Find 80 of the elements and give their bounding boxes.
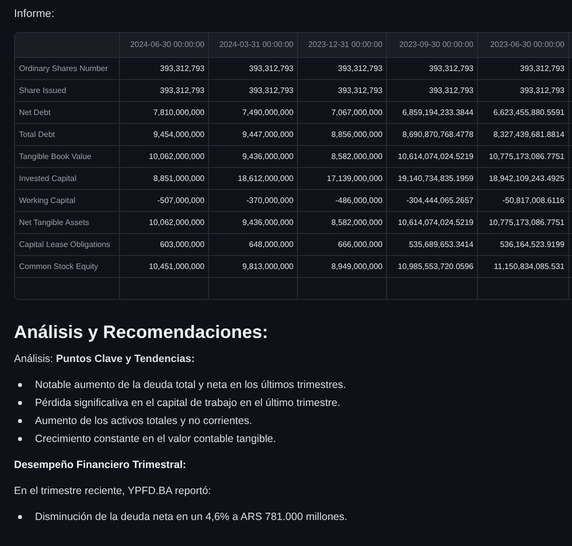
- table-cell: 10,985,553,720.0596: [386, 255, 477, 277]
- table-cell: 9,436,000,000: [208, 145, 297, 167]
- section-heading: Análisis y Recomendaciones:: [14, 322, 270, 343]
- list-item: Pérdida significativa en el capital de trabajo en el último trimestre.: [35, 397, 340, 409]
- list-item: Notable aumento de la deuda total y neta en los últimos trimestres.: [35, 379, 346, 391]
- table-cell: 666,000,000: [297, 233, 386, 255]
- table-cell: -370,000,000: [208, 189, 297, 211]
- table-cell: 7,490,000,000: [208, 101, 297, 123]
- table-cell: 9,436,000,000: [208, 211, 297, 233]
- column-header[interactable]: 2023-12-31 00:00:00: [297, 33, 386, 57]
- subheading: Desempeño Financiero Trimestral:: [14, 459, 188, 471]
- table-cell: 8,327,439,681.8814: [477, 123, 568, 145]
- table-cell: 393,312,793: [208, 79, 297, 101]
- table-cell: 648,000,000: [208, 233, 297, 255]
- table-cell: 11,150,834,085.531: [477, 255, 568, 277]
- table-cell: 10,775,173,086.7751: [477, 145, 568, 167]
- table-cell: 6,623,455,880.5591: [477, 101, 568, 123]
- bullet-icon: [18, 383, 22, 387]
- table-cell: 393,312,793: [386, 57, 477, 79]
- list-item: Crecimiento constante en el valor contable tangible.: [35, 433, 276, 445]
- table-cell: 8,851,000,000: [119, 167, 208, 189]
- row-header: Working Capital: [15, 189, 119, 211]
- bullet-icon: [18, 437, 22, 441]
- table-cell: 18,612,000,000: [208, 167, 297, 189]
- column-header[interactable]: 2024-06-30 00:00:00: [119, 33, 208, 57]
- table-cell: 8,949,000,000: [297, 255, 386, 277]
- table-cell: 9,447,000,000: [208, 123, 297, 145]
- row-header: Net Debt: [15, 101, 119, 123]
- bullet-icon: [18, 419, 22, 423]
- table-cell: 603,000,000: [119, 233, 208, 255]
- table-cell: 10,062,000,000: [119, 211, 208, 233]
- table-cell: 393,312,793: [386, 79, 477, 101]
- table-cell: 7,810,000,000: [119, 101, 208, 123]
- table-cell: 10,614,074,024.5219: [386, 211, 477, 233]
- table-cell: -486,000,000: [297, 189, 386, 211]
- table-cell: 7,067,000,000: [297, 101, 386, 123]
- list-item: Disminución de la deuda neta en un 4,6% a ARS 781.000 millones.: [35, 511, 348, 523]
- table-cell: -507,000,000: [119, 189, 208, 211]
- list-item: Aumento de los activos totales y no corrientes.: [35, 415, 252, 427]
- table-cell: 10,062,000,000: [119, 145, 208, 167]
- table-cell: 535,689,653.3414: [386, 233, 477, 255]
- table-cell: 9,813,000,000: [208, 255, 297, 277]
- table-cell: 9,454,000,000: [119, 123, 208, 145]
- table-cell: 10,775,173,086.7751: [477, 211, 568, 233]
- table-cell: 393,312,793: [297, 57, 386, 79]
- table-cell: 393,312,793: [119, 79, 208, 101]
- table-cell: 6,859,194,233.3844: [386, 101, 477, 123]
- table-cell: 8,582,000,000: [297, 145, 386, 167]
- report-label: Informe:: [14, 8, 56, 22]
- table-cell: 8,856,000,000: [297, 123, 386, 145]
- row-header: Share Issued: [15, 79, 119, 101]
- row-header: Total Debt: [15, 123, 119, 145]
- table-cell: 18,942,109,243.4925: [477, 167, 568, 189]
- table-cell: 393,312,793: [208, 57, 297, 79]
- column-header[interactable]: 2024-03-31 00:00:00: [208, 33, 297, 57]
- table-cell: 393,312,793: [297, 79, 386, 101]
- table-cell: 393,312,793: [477, 57, 568, 79]
- column-header[interactable]: 2023-06-30 00:00:00: [477, 33, 568, 57]
- row-header: Tangible Book Value: [15, 145, 119, 167]
- bullet-icon: [18, 515, 22, 519]
- table-cell: 536,164,523.9199: [477, 233, 568, 255]
- table-cell: -50,817,008.6116: [477, 189, 568, 211]
- bullet-icon: [18, 401, 22, 405]
- column-header[interactable]: 2023-09-30 00:00:00: [386, 33, 477, 57]
- table-cell: 10,451,000,000: [119, 255, 208, 277]
- table-cell: 19,140,734,835.1959: [386, 167, 477, 189]
- row-header: Common Stock Equity: [15, 255, 119, 277]
- row-header: Capital Lease Obligations: [15, 233, 119, 255]
- table-cell: 10,614,074,024.5219: [386, 145, 477, 167]
- table-cell: -304,444,065.2657: [386, 189, 477, 211]
- table-cell: 393,312,793: [119, 57, 208, 79]
- table-cell: 393,312,793: [477, 79, 568, 101]
- row-header: Ordinary Shares Number: [15, 57, 119, 79]
- table-cell: 17,139,000,000: [297, 167, 386, 189]
- row-header: Invested Capital: [15, 167, 119, 189]
- table-cell: 8,582,000,000: [297, 211, 386, 233]
- row-header: Net Tangible Assets: [15, 211, 119, 233]
- paragraph: En el trimestre reciente, YPFD.BA reportó:: [14, 485, 212, 497]
- table-cell: 8,690,870,768.4778: [386, 123, 477, 145]
- paragraph: Análisis: Puntos Clave y Tendencias:: [14, 353, 196, 365]
